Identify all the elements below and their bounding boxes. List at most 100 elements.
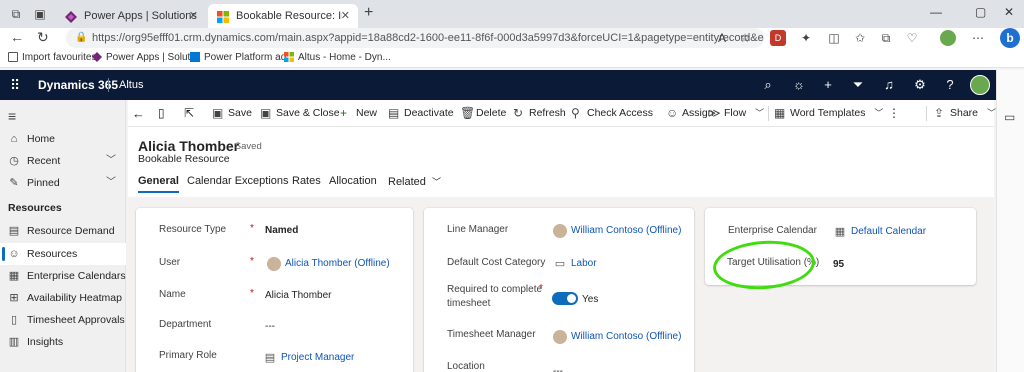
bookmark-import[interactable]: Import favourites: [8, 52, 96, 63]
save-close-icon: ▣: [260, 106, 272, 120]
more-commands-button[interactable]: ⋮: [888, 100, 900, 127]
workspaces-icon[interactable]: ⧉: [8, 6, 24, 22]
delete-button[interactable]: 🗑 Delete: [460, 100, 506, 127]
side-pane-strip: ▭: [996, 70, 1024, 372]
bookmark-power-apps[interactable]: Power Apps | Soluti...: [92, 52, 201, 63]
power-platform-icon: [190, 52, 200, 62]
tab-general[interactable]: General: [138, 175, 179, 193]
back-button[interactable]: ←: [132, 100, 145, 127]
bing-icon[interactable]: b: [1000, 28, 1020, 48]
cost-category-lookup-value[interactable]: ▭ Labor: [553, 258, 597, 270]
bookmarks-bar: Import favourites Power Apps | Soluti...…: [0, 48, 1024, 68]
tab-rates[interactable]: Rates: [292, 175, 321, 187]
browser-tab-solutions[interactable]: Power Apps | Solutions ✕: [56, 4, 206, 28]
open-new-window-button[interactable]: ⇱: [184, 100, 194, 127]
new-tab-icon[interactable]: +: [364, 4, 373, 22]
tab-calendar-exceptions[interactable]: Calendar Exceptions: [187, 175, 289, 187]
save-close-button[interactable]: ▣ Save & Close: [260, 100, 340, 127]
close-window-icon[interactable]: ✕: [1004, 5, 1014, 19]
collections-icon[interactable]: ⧉: [878, 30, 894, 46]
line-manager-lookup-value[interactable]: William Contoso (Offline): [553, 224, 681, 238]
copilot-icon[interactable]: ♡: [904, 30, 920, 46]
user-lookup-value[interactable]: Alicia Thomber (Offline): [267, 257, 390, 271]
chat-icon[interactable]: ▭: [1004, 110, 1015, 124]
primary-role-lookup-value[interactable]: ▤ Project Manager: [263, 352, 355, 364]
browser-tab-label: Bookable Resource: Information:: [236, 10, 342, 22]
url-input[interactable]: 🔒 https://org95efff01.crm.dynamics.com/m…: [66, 28, 764, 48]
extension-icon[interactable]: D: [770, 30, 786, 46]
location-value[interactable]: ---: [553, 366, 563, 372]
restore-icon[interactable]: ▢: [975, 5, 986, 19]
app-launcher-icon[interactable]: ⠿: [10, 77, 20, 94]
deactivate-button[interactable]: ▤ Deactivate: [388, 100, 454, 127]
lightbulb-icon[interactable]: ☼: [791, 77, 807, 93]
nav-item-resource-demand[interactable]: ▤ Resource Demand: [0, 220, 126, 242]
app-name[interactable]: Altus: [119, 79, 143, 91]
favorite-star-icon[interactable]: ☆: [737, 30, 753, 46]
user-avatar[interactable]: [970, 75, 990, 95]
bookmark-power-platform[interactable]: Power Platform ad...: [190, 52, 295, 63]
bell-icon[interactable]: ♫: [881, 77, 897, 93]
help-icon[interactable]: ?: [942, 77, 958, 93]
favorites-icon[interactable]: ✩: [852, 30, 868, 46]
timesheet-required-toggle[interactable]: [552, 292, 578, 305]
required-marker: *: [250, 223, 254, 234]
new-button[interactable]: + New: [340, 100, 377, 127]
tab-related[interactable]: Related ﹀: [388, 175, 441, 188]
search-icon[interactable]: ⌕: [760, 77, 776, 93]
read-aloud-icon[interactable]: A: [714, 30, 730, 46]
tab-allocation[interactable]: Allocation: [329, 175, 377, 187]
more-icon[interactable]: ⋯: [970, 30, 986, 46]
flow-icon: ≫: [708, 106, 721, 120]
refresh-button[interactable]: ↻ Refresh: [513, 100, 566, 127]
filter-icon[interactable]: ⏷: [850, 77, 866, 93]
department-value[interactable]: ---: [265, 321, 275, 332]
form-icon: ▯: [158, 106, 165, 120]
resource-type-value[interactable]: Named: [265, 225, 298, 236]
check-access-button[interactable]: ⚲ Check Access: [571, 100, 653, 127]
nav-item-availability-heatmap[interactable]: ⊞ Availability Heatmap: [0, 287, 126, 309]
name-value[interactable]: Alicia Thomber: [265, 290, 332, 301]
save-button[interactable]: ▣ Save: [212, 100, 252, 127]
form-body: Resource Type * Named User * Alicia Thom…: [128, 197, 994, 372]
enterprise-calendar-lookup-value[interactable]: ▦ Default Calendar: [833, 226, 926, 238]
nav-item-pinned[interactable]: ✎ Pinned ﹀: [0, 172, 126, 194]
bookmark-altus[interactable]: Altus - Home - Dyn...: [284, 52, 391, 63]
assign-button[interactable]: ☺ Assign: [666, 100, 714, 127]
target-utilisation-value[interactable]: 95: [833, 259, 844, 270]
flow-button[interactable]: ≫ Flow ﹀: [708, 100, 764, 127]
nav-item-enterprise-calendars[interactable]: ▦ Enterprise Calendars: [0, 265, 126, 287]
reload-icon[interactable]: ↻: [37, 29, 49, 46]
back-icon[interactable]: ←: [10, 29, 24, 45]
nav-item-timesheet-approvals[interactable]: ▯ Timesheet Approvals: [0, 309, 126, 331]
grid-icon: ⊞: [9, 292, 19, 304]
user-avatar-icon: [553, 224, 567, 238]
tab-actions-icon[interactable]: ▣: [32, 6, 48, 22]
profile-icon[interactable]: [940, 30, 956, 46]
brand-name[interactable]: Dynamics 365: [38, 78, 118, 92]
hamburger-menu-icon[interactable]: ≡: [8, 108, 16, 124]
timesheet-manager-lookup-value[interactable]: William Contoso (Offline): [553, 330, 681, 344]
plus-icon: +: [340, 106, 348, 120]
split-screen-icon[interactable]: ◫: [826, 30, 842, 46]
add-icon[interactable]: +: [820, 77, 836, 93]
user-label: User: [159, 257, 181, 268]
form-selector-button[interactable]: ▯: [158, 100, 165, 127]
refresh-icon: ↻: [513, 106, 524, 120]
key-icon: ⚲: [571, 106, 580, 120]
command-separator: [768, 106, 769, 121]
nav-item-resources[interactable]: ☺ Resources: [0, 243, 126, 265]
browser-tab-bookable-resource[interactable]: Bookable Resource: Information: ✕: [208, 4, 358, 28]
extensions-icon[interactable]: ✦: [798, 30, 814, 46]
chevron-down-icon: ﹀: [874, 108, 884, 118]
nav-item-home[interactable]: ⌂ Home: [0, 128, 126, 150]
share-button[interactable]: ⇪ Share ﹀: [934, 100, 996, 127]
nav-item-insights[interactable]: ▥ Insights: [0, 331, 126, 353]
nav-item-recent[interactable]: ◷ Recent ﹀: [0, 150, 126, 172]
close-tab-icon[interactable]: ✕: [189, 4, 198, 28]
minimize-icon[interactable]: —: [930, 5, 942, 19]
settings-gear-icon[interactable]: ⚙: [912, 77, 928, 93]
close-tab-icon[interactable]: ✕: [341, 4, 350, 28]
site-map: ≡ ⌂ Home ◷ Recent ﹀ ✎ Pinned ﹀ Resources…: [0, 100, 126, 372]
word-templates-button[interactable]: ▦ Word Templates ﹀: [774, 100, 883, 127]
